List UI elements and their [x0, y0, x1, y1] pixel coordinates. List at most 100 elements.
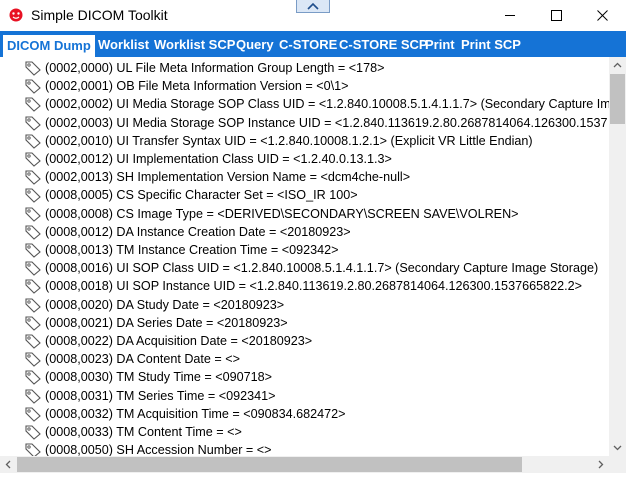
tree-row-label: (0008,0021) DA Series Date = <20180923>: [45, 315, 288, 330]
tab-print[interactable]: Print: [425, 34, 455, 57]
tab-worklist-scp[interactable]: Worklist SCP: [154, 34, 235, 57]
tab-bar: DICOM Dump Worklist Worklist SCP Query C…: [0, 31, 626, 57]
tab-print-scp[interactable]: Print SCP: [461, 34, 521, 57]
tab-worklist[interactable]: Worklist: [98, 34, 149, 57]
tree-row[interactable]: (0008,0013) TM Instance Creation Time = …: [0, 241, 609, 259]
tree-row[interactable]: (0002,0003) UI Media Storage SOP Instanc…: [0, 114, 609, 132]
tag-icon: [24, 315, 42, 331]
tree-row[interactable]: (0008,0020) DA Study Date = <20180923>: [0, 296, 609, 314]
tree-row[interactable]: (0008,0018) UI SOP Instance UID = <1.2.8…: [0, 277, 609, 295]
tree-row-label: (0008,0005) CS Specific Character Set = …: [45, 188, 358, 203]
tag-icon: [24, 187, 42, 204]
maximize-button[interactable]: [534, 0, 580, 31]
app-icon: [9, 8, 23, 22]
horizontal-scrollbar[interactable]: [0, 456, 609, 473]
tree-row[interactable]: (0002,0000) UL File Meta Information Gro…: [0, 59, 609, 77]
tree-row[interactable]: (0002,0001) OB File Meta Information Ver…: [0, 77, 609, 95]
tree-row[interactable]: (0008,0012) DA Instance Creation Date = …: [0, 223, 609, 241]
tab-c-store-scp[interactable]: C-STORE SCP: [339, 34, 428, 57]
tree-row-label: (0008,0013) TM Instance Creation Time = …: [45, 243, 339, 257]
scroll-left-button[interactable]: [0, 456, 17, 473]
arrow-up-icon: [613, 62, 622, 68]
tree-row-label: (0008,0030) TM Study Time = <090718>: [45, 370, 272, 385]
tree-row-label: (0002,0001) OB File Meta Information Ver…: [45, 79, 349, 94]
tree-row[interactable]: (0002,0013) SH Implementation Version Na…: [0, 168, 609, 186]
tag-icon: [24, 115, 42, 131]
tag-icon: [24, 406, 42, 422]
tag-icon: [24, 333, 42, 349]
vertical-scroll-thumb[interactable]: [610, 74, 625, 124]
tab-query[interactable]: Query: [236, 34, 274, 57]
tag-icon: [24, 297, 42, 313]
tree-row-label: (0008,0012) DA Instance Creation Date = …: [45, 224, 351, 239]
tree-row[interactable]: (0008,0008) CS Image Type = <DERIVED\SEC…: [0, 205, 609, 223]
tag-icon: [24, 96, 42, 113]
tree-row[interactable]: (0008,0031) TM Series Time = <092341>: [0, 387, 609, 405]
tree-row-label: (0002,0012) UI Implementation Class UID …: [45, 152, 392, 166]
tree-row[interactable]: (0008,0021) DA Series Date = <20180923>: [0, 314, 609, 332]
tree-row[interactable]: (0002,0010) UI Transfer Syntax UID = <1.…: [0, 132, 609, 150]
tree-row[interactable]: (0002,0002) UI Media Storage SOP Class U…: [0, 95, 609, 113]
tag-icon: [24, 424, 42, 440]
tag-icon: [24, 242, 42, 258]
tag-icon: [24, 388, 42, 404]
dicom-tag-tree[interactable]: (0002,0000) UL File Meta Information Gro…: [0, 57, 609, 456]
tree-row-label: (0008,0018) UI SOP Instance UID = <1.2.8…: [45, 279, 582, 294]
window-title: Simple DICOM Toolkit: [31, 7, 168, 23]
arrow-down-icon: [613, 445, 622, 451]
tree-row-label: (0008,0020) DA Study Date = <20180923>: [45, 297, 285, 312]
arrow-left-icon: [5, 460, 11, 469]
close-button[interactable]: [580, 0, 626, 31]
tag-icon: [24, 278, 42, 295]
tree-row[interactable]: (0008,0050) SH Accession Number = <>: [0, 441, 609, 456]
tag-icon: [24, 60, 42, 76]
collapse-ribbon-button[interactable]: [296, 0, 330, 13]
tag-icon: [24, 442, 42, 456]
tag-icon: [24, 351, 42, 367]
tag-icon: [24, 78, 42, 94]
tree-row[interactable]: (0008,0005) CS Specific Character Set = …: [0, 186, 609, 204]
arrow-right-icon: [598, 460, 604, 469]
tree-row-label: (0002,0013) SH Implementation Version Na…: [45, 170, 411, 185]
close-icon: [597, 10, 608, 21]
tag-icon: [24, 369, 42, 386]
tree-row-label: (0008,0008) CS Image Type = <DERIVED\SEC…: [45, 206, 519, 221]
tag-icon: [24, 133, 42, 149]
horizontal-scroll-thumb[interactable]: [17, 457, 522, 472]
tree-row-label: (0008,0050) SH Accession Number = <>: [45, 443, 272, 456]
tree-row-label: (0002,0003) UI Media Storage SOP Instanc…: [45, 115, 608, 130]
title-bar: Simple DICOM Toolkit: [0, 0, 626, 31]
tag-icon: [24, 169, 42, 185]
tree-row-label: (0002,0000) UL File Meta Information Gro…: [45, 61, 385, 75]
tree-row-label: (0008,0031) TM Series Time = <092341>: [45, 388, 276, 403]
tree-row-label: (0002,0010) UI Transfer Syntax UID = <1.…: [45, 133, 533, 148]
tree-row-label: (0008,0033) TM Content Time = <>: [45, 425, 242, 439]
tree-row-label: (0002,0002) UI Media Storage SOP Class U…: [45, 97, 609, 112]
tree-row-label: (0008,0016) UI SOP Class UID = <1.2.840.…: [45, 261, 599, 276]
minimize-icon: [505, 15, 515, 16]
tag-icon: [24, 260, 42, 276]
tree-row[interactable]: (0008,0030) TM Study Time = <090718>: [0, 368, 609, 386]
tree-row-label: (0008,0022) DA Acquisition Date = <20180…: [45, 334, 313, 348]
maximize-icon: [551, 10, 562, 21]
tab-dicom-dump[interactable]: DICOM Dump: [3, 34, 95, 57]
tab-c-store[interactable]: C-STORE: [279, 34, 337, 57]
tree-row[interactable]: (0002,0012) UI Implementation Class UID …: [0, 150, 609, 168]
tree-row[interactable]: (0008,0033) TM Content Time = <>: [0, 423, 609, 441]
tree-row-label: (0008,0023) DA Content Date = <>: [45, 352, 240, 367]
tag-icon: [24, 206, 42, 222]
tree-row[interactable]: (0008,0023) DA Content Date = <>: [0, 350, 609, 368]
tag-icon: [24, 151, 42, 167]
scroll-up-button[interactable]: [609, 57, 626, 74]
tree-row[interactable]: (0008,0016) UI SOP Class UID = <1.2.840.…: [0, 259, 609, 277]
chevron-up-icon: [307, 2, 319, 10]
scroll-down-button[interactable]: [609, 439, 626, 456]
tree-row-label: (0008,0032) TM Acquisition Time = <09083…: [45, 406, 346, 421]
minimize-button[interactable]: [488, 0, 534, 31]
tag-icon: [24, 224, 42, 240]
vertical-scrollbar[interactable]: [609, 57, 626, 456]
tree-row[interactable]: (0008,0022) DA Acquisition Date = <20180…: [0, 332, 609, 350]
scroll-right-button[interactable]: [592, 456, 609, 473]
tree-row[interactable]: (0008,0032) TM Acquisition Time = <09083…: [0, 405, 609, 423]
scrollbar-corner: [609, 456, 626, 473]
